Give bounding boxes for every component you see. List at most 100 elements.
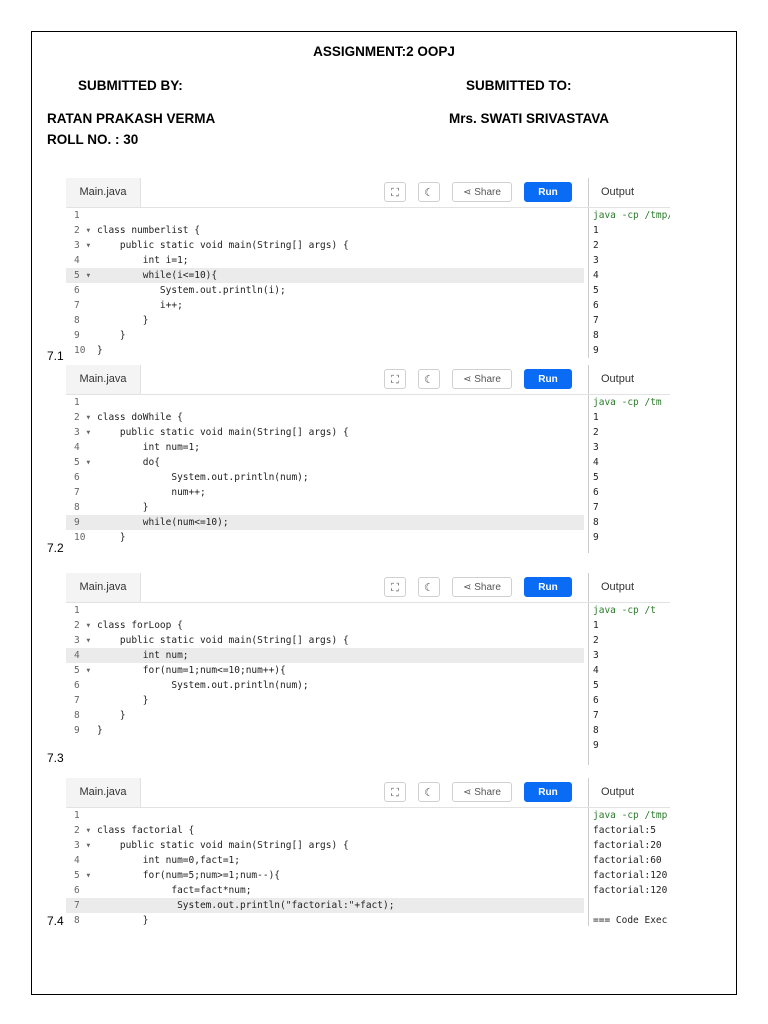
line-text: class doWhile { [97,412,183,423]
code-line: 2 ▾ class forLoop { [66,618,584,633]
line-text: System.out.println(i); [97,285,286,296]
code-line: 4 int num=0,fact=1; [66,853,584,868]
run-button[interactable]: Run [524,577,572,597]
share-icon: ⋖ [463,187,472,198]
code-line: 8 } [66,708,584,723]
line-text: } [97,532,126,543]
code-area[interactable]: 1 2 ▾ class factorial {3 ▾ public static v… [66,808,584,926]
output-line: 5 [593,285,599,296]
line-text: class numberlist { [97,225,200,236]
moon-icon[interactable]: ☾ [418,577,440,597]
output-line: 9 [593,532,599,543]
output-line: 7 [593,315,599,326]
line-text: } [97,345,103,356]
line-text: System.out.println(num); [97,472,309,483]
output-header: Output [588,778,670,807]
line-text: public static void main(String[] args) { [97,427,349,438]
line-text: for(num=1;num<=10;num++){ [97,665,286,676]
code-line: 6 System.out.println(i); [66,283,584,298]
output-line: 7 [593,502,599,513]
code-line: 2 ▾ class doWhile { [66,410,584,425]
share-button[interactable]: ⋖ Share [452,782,512,802]
code-line: 8 } [66,313,584,328]
fullscreen-icon[interactable]: ⛶ [384,577,406,597]
output-line: java -cp /tmp/ [593,210,670,221]
line-text: } [97,502,149,513]
output-line: === Code Exec [593,915,668,926]
line-number: 1 [74,605,80,616]
code-line: 5 ▾ do{ [66,455,584,470]
code-line: 8 } [66,500,584,515]
program-number-label: 7.1 [47,349,64,363]
line-text: fact=fact*num; [97,885,252,896]
line-number: 1 [74,810,80,821]
output-line: 3 [593,650,599,661]
fullscreen-icon[interactable]: ⛶ [384,782,406,802]
run-button[interactable]: Run [524,182,572,202]
teacher-name: Mrs. SWATI SRIVASTAVA [449,111,610,126]
output-line: 5 [593,472,599,483]
line-text: } [97,330,126,341]
editor-toolbar: Main.java ⛶ ☾ ⋖ Share Run Output [66,778,670,808]
line-text: while(i<=10){ [97,270,218,281]
line-text: while(num<=10); [97,517,229,528]
code-line: 3 ▾ public static void main(String[] arg… [66,838,584,853]
run-button[interactable]: Run [524,369,572,389]
code-line: 5 ▾ while(i<=10){ [66,268,584,283]
line-text: public static void main(String[] args) { [97,635,349,646]
program-number-label: 7.2 [47,541,64,555]
file-tab[interactable]: Main.java [66,365,141,394]
share-button[interactable]: ⋖ Share [452,369,512,389]
code-area[interactable]: 1 2 ▾ class doWhile {3 ▾ public static voi… [66,395,584,545]
output-line: factorial:120 [593,870,668,881]
line-text: class factorial { [97,825,195,836]
output-panel: java -cp /t 1 2 3 4 5 6 7 8 9 [588,603,670,765]
line-text: do{ [97,457,160,468]
output-line: java -cp /tmp [593,810,668,821]
output-panel: java -cp /tm 1 2 3 4 5 6 7 8 9 [588,395,670,553]
code-line: 7 System.out.println("factorial:"+fact); [66,898,584,913]
code-line: 7 } [66,693,584,708]
share-button[interactable]: ⋖ Share [452,577,512,597]
moon-icon[interactable]: ☾ [418,369,440,389]
moon-icon[interactable]: ☾ [418,782,440,802]
output-line: 6 [593,300,599,311]
line-number: 1 [74,210,80,221]
code-line: 1 [66,603,584,618]
fullscreen-icon[interactable]: ⛶ [384,369,406,389]
output-panel: java -cp /tmp factorial:5 factorial:20 fact… [588,808,670,926]
roll-number: ROLL NO. : 30 [47,132,139,147]
moon-icon[interactable]: ☾ [418,182,440,202]
output-line: 2 [593,427,599,438]
share-button[interactable]: ⋖ Share [452,182,512,202]
output-line: 4 [593,665,599,676]
share-icon: ⋖ [463,374,472,385]
line-text: } [97,915,149,926]
run-button[interactable]: Run [524,782,572,802]
submitted-by-label: SUBMITTED BY: [78,78,183,93]
code-editor-screenshot: Main.java ⛶ ☾ ⋖ Share Run Output 1 2 ▾ cla… [66,365,670,553]
output-line: 4 [593,270,599,281]
program-number-label: 7.3 [47,751,64,765]
output-header: Output [588,365,670,394]
output-line: 1 [593,225,599,236]
output-header: Output [588,178,670,207]
code-line: 6 System.out.println(num); [66,470,584,485]
line-text: for(num=5;num>=1;num--){ [97,870,281,881]
code-area[interactable]: 1 2 ▾ class forLoop {3 ▾ public static voi… [66,603,584,738]
output-line: 9 [593,740,599,751]
file-tab[interactable]: Main.java [66,778,141,807]
code-line: 4 int i=1; [66,253,584,268]
code-line: 6 System.out.println(num); [66,678,584,693]
editor-toolbar: Main.java ⛶ ☾ ⋖ Share Run Output [66,365,670,395]
file-tab[interactable]: Main.java [66,178,141,207]
code-line: 9} [66,723,584,738]
output-line: 2 [593,240,599,251]
code-area[interactable]: 1 2 ▾ class numberlist {3 ▾ public static … [66,208,584,358]
output-line: factorial:60 [593,855,662,866]
code-line: 10 } [66,530,584,545]
output-line: 5 [593,680,599,691]
fullscreen-icon[interactable]: ⛶ [384,182,406,202]
file-tab[interactable]: Main.java [66,573,141,602]
